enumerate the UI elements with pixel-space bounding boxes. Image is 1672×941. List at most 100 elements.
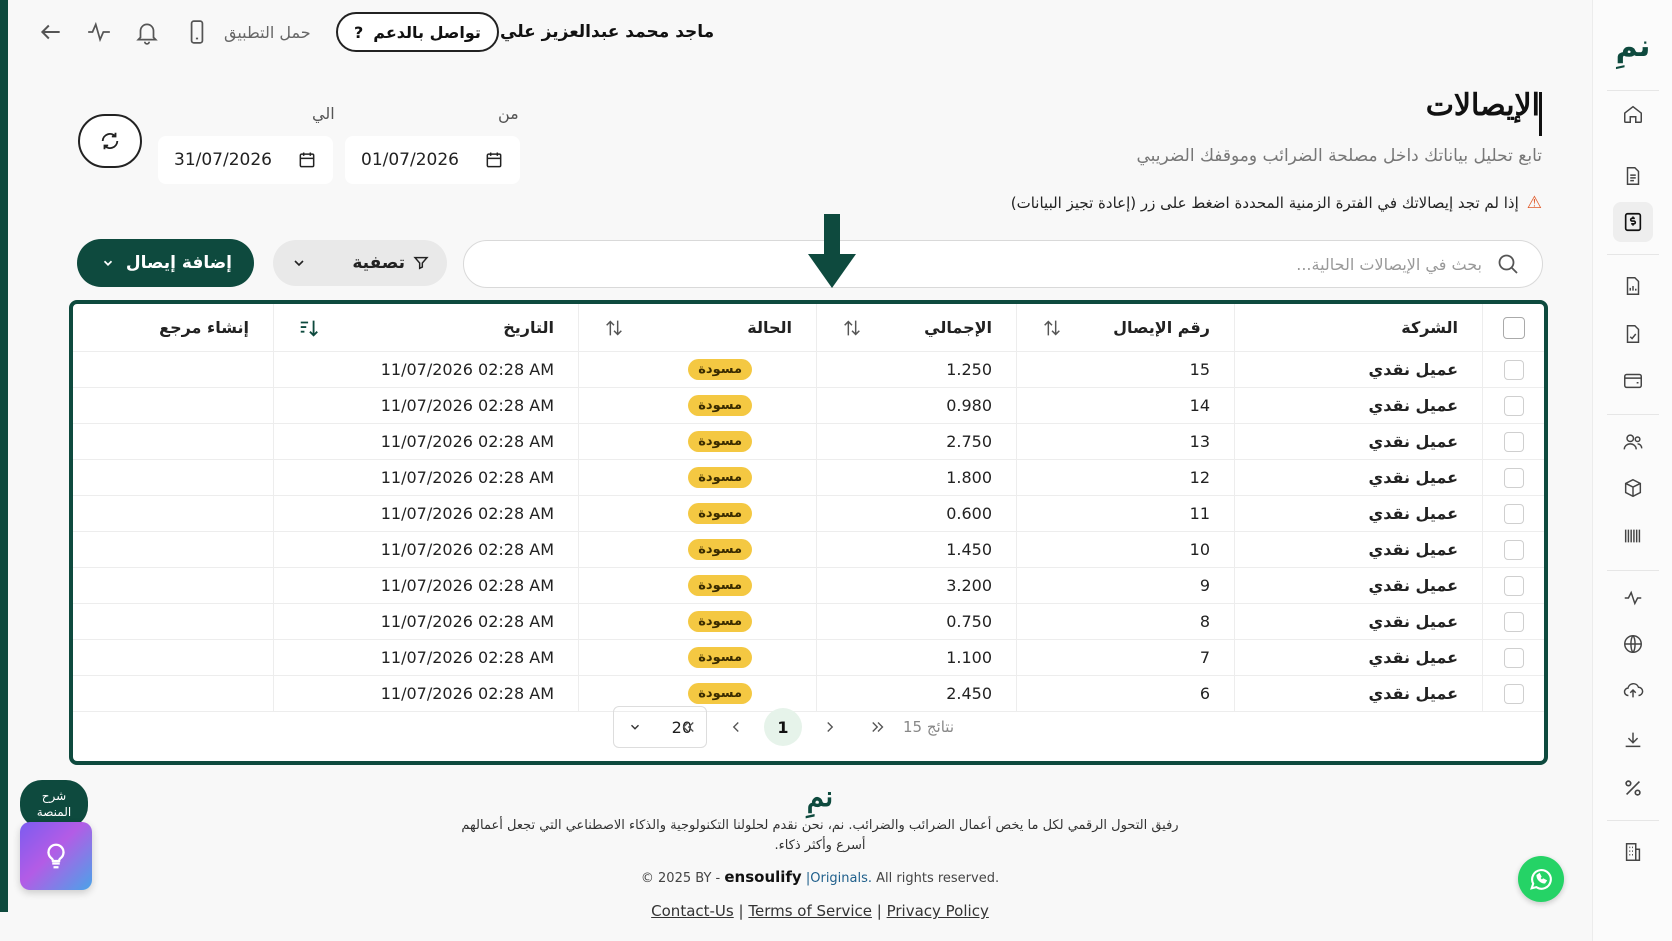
sidebar-item-download[interactable] bbox=[1613, 720, 1653, 760]
status-badge: مسودة bbox=[688, 359, 752, 380]
filter-button[interactable]: تصفية bbox=[273, 240, 447, 286]
select-all-checkbox[interactable] bbox=[1502, 316, 1525, 339]
sidebar-item-reports[interactable] bbox=[1613, 266, 1653, 306]
box-icon bbox=[1624, 478, 1642, 498]
terms-link[interactable]: Terms of Service bbox=[748, 902, 872, 920]
chevron-down-icon bbox=[294, 260, 304, 267]
refresh-data-button[interactable] bbox=[78, 114, 142, 168]
cell-date: 11/07/2026 02:28 AM bbox=[273, 568, 578, 603]
table-row[interactable]: عميل نقدي 9 3.200 مسودة 11/07/2026 02:28 AM bbox=[73, 568, 1544, 604]
platform-guide-badge[interactable]: شرح المنصة bbox=[20, 780, 88, 828]
status-badge: مسودة bbox=[688, 575, 752, 596]
search-box[interactable] bbox=[463, 240, 1543, 288]
download-app-link[interactable]: حمل التطبيق bbox=[224, 10, 311, 54]
cell-status: مسودة bbox=[578, 640, 816, 675]
sort-icon[interactable] bbox=[1041, 317, 1063, 339]
status-badge: مسودة bbox=[688, 431, 752, 452]
first-page-button[interactable] bbox=[669, 708, 707, 746]
sidebar-divider bbox=[1607, 414, 1659, 415]
cell-create-ref[interactable] bbox=[73, 388, 273, 423]
calendar-icon bbox=[486, 152, 502, 168]
last-page-button[interactable] bbox=[859, 708, 897, 746]
cell-create-ref[interactable] bbox=[73, 532, 273, 567]
mobile-app-icon-button[interactable] bbox=[184, 10, 210, 54]
row-checkbox[interactable] bbox=[1503, 647, 1524, 668]
sidebar-item-upload[interactable] bbox=[1613, 670, 1653, 710]
originals-link[interactable]: |Originals. bbox=[806, 871, 872, 886]
sidebar-item-home[interactable] bbox=[1613, 94, 1653, 134]
prev-page-button[interactable] bbox=[717, 708, 755, 746]
cell-company: عميل نقدي bbox=[1234, 604, 1482, 639]
add-receipt-button[interactable]: إضافة إيصال bbox=[77, 239, 254, 287]
sidebar-item-products[interactable] bbox=[1613, 468, 1653, 508]
whatsapp-button[interactable] bbox=[1518, 856, 1564, 902]
cell-date: 11/07/2026 02:28 AM bbox=[273, 460, 578, 495]
header-receipt-no: رقم الإيصال bbox=[1016, 304, 1234, 351]
footer-tagline-line-1: رفيق التحول الرقمي لكل ما يخص أعمال الضر… bbox=[461, 818, 1179, 833]
table-row[interactable]: عميل نقدي 10 1.450 مسودة 11/07/2026 02:28 AM bbox=[73, 532, 1544, 568]
warning-text: إذا لم تجد إيصالاتك في الفترة الزمنية ال… bbox=[1010, 194, 1519, 212]
row-select-cell bbox=[1482, 532, 1544, 567]
sidebar-item-barcodes[interactable] bbox=[1613, 516, 1653, 556]
activity-button[interactable] bbox=[86, 10, 112, 54]
back-button[interactable] bbox=[38, 10, 64, 54]
question-icon: ? bbox=[354, 22, 364, 42]
sidebar-item-documents[interactable] bbox=[1613, 156, 1653, 196]
table-row[interactable]: عميل نقدي 13 2.750 مسودة 11/07/2026 02:28 AM bbox=[73, 424, 1544, 460]
current-page-button[interactable]: 1 bbox=[764, 708, 802, 746]
to-date-input[interactable]: 31/07/2026 bbox=[158, 136, 333, 184]
cell-receipt-no: 10 bbox=[1016, 532, 1234, 567]
row-select-cell bbox=[1482, 352, 1544, 387]
sidebar-item-wallet[interactable] bbox=[1613, 360, 1653, 400]
status-badge: مسودة bbox=[688, 611, 752, 632]
cell-create-ref[interactable] bbox=[73, 640, 273, 675]
cell-create-ref[interactable] bbox=[73, 460, 273, 495]
cell-create-ref[interactable] bbox=[73, 352, 273, 387]
contact-us-link[interactable]: Contact-Us bbox=[651, 902, 734, 920]
table-row[interactable]: عميل نقدي 12 1.800 مسودة 11/07/2026 02:28 AM bbox=[73, 460, 1544, 496]
next-page-button[interactable] bbox=[811, 708, 849, 746]
sidebar-item-receipts[interactable] bbox=[1613, 202, 1653, 242]
app-logo[interactable]: نمِ bbox=[1607, 22, 1659, 70]
sidebar-item-users[interactable] bbox=[1613, 422, 1653, 462]
cell-company: عميل نقدي bbox=[1234, 532, 1482, 567]
sidebar-item-invoices[interactable] bbox=[1613, 314, 1653, 354]
table-row[interactable]: عميل نقدي 15 1.250 مسودة 11/07/2026 02:28 AM bbox=[73, 352, 1544, 388]
row-checkbox[interactable] bbox=[1503, 611, 1524, 632]
cell-date-value: 11/07/2026 02:28 AM bbox=[380, 468, 554, 487]
contact-support-button[interactable]: ? تواصل بالدعم bbox=[336, 12, 499, 52]
privacy-link[interactable]: Privacy Policy bbox=[887, 902, 989, 920]
row-checkbox[interactable] bbox=[1503, 359, 1524, 380]
user-name[interactable]: ماجد محمد عبدالعزيز علي bbox=[500, 10, 714, 54]
search-input[interactable] bbox=[486, 254, 1482, 274]
cell-create-ref[interactable] bbox=[73, 496, 273, 531]
brand-name[interactable]: ensoulify bbox=[724, 868, 801, 886]
table-row[interactable]: عميل نقدي 7 1.100 مسودة 11/07/2026 02:28 AM bbox=[73, 640, 1544, 676]
sort-descending-icon[interactable] bbox=[298, 317, 320, 339]
cell-create-ref[interactable] bbox=[73, 568, 273, 603]
table-row[interactable]: عميل نقدي 8 0.750 مسودة 11/07/2026 02:28 AM bbox=[73, 604, 1544, 640]
cell-create-ref[interactable] bbox=[73, 424, 273, 459]
table-row[interactable]: عميل نقدي 11 0.600 مسودة 11/07/2026 02:28 AM bbox=[73, 496, 1544, 532]
from-date-input[interactable]: 01/07/2026 bbox=[345, 136, 520, 184]
sidebar-item-global[interactable] bbox=[1613, 624, 1653, 664]
sidebar-item-tax[interactable] bbox=[1613, 768, 1653, 808]
cell-date-value: 11/07/2026 02:28 AM bbox=[380, 360, 554, 379]
platform-guide-button[interactable] bbox=[20, 822, 92, 890]
row-checkbox[interactable] bbox=[1503, 467, 1524, 488]
sort-icon[interactable] bbox=[603, 317, 625, 339]
row-checkbox[interactable] bbox=[1503, 575, 1524, 596]
cell-date-value: 11/07/2026 02:28 AM bbox=[380, 576, 554, 595]
row-checkbox[interactable] bbox=[1503, 503, 1524, 524]
sidebar-item-analytics[interactable] bbox=[1613, 578, 1653, 618]
row-checkbox[interactable] bbox=[1503, 431, 1524, 452]
cell-create-ref[interactable] bbox=[73, 604, 273, 639]
sidebar-item-companies[interactable] bbox=[1613, 832, 1653, 872]
sort-icon[interactable] bbox=[841, 317, 863, 339]
table-row[interactable]: عميل نقدي 14 0.980 مسودة 11/07/2026 02:28 AM bbox=[73, 388, 1544, 424]
row-checkbox[interactable] bbox=[1503, 395, 1524, 416]
cell-status: مسودة bbox=[578, 496, 816, 531]
notifications-button[interactable] bbox=[134, 10, 160, 54]
row-checkbox[interactable] bbox=[1503, 539, 1524, 560]
row-select-cell bbox=[1482, 388, 1544, 423]
